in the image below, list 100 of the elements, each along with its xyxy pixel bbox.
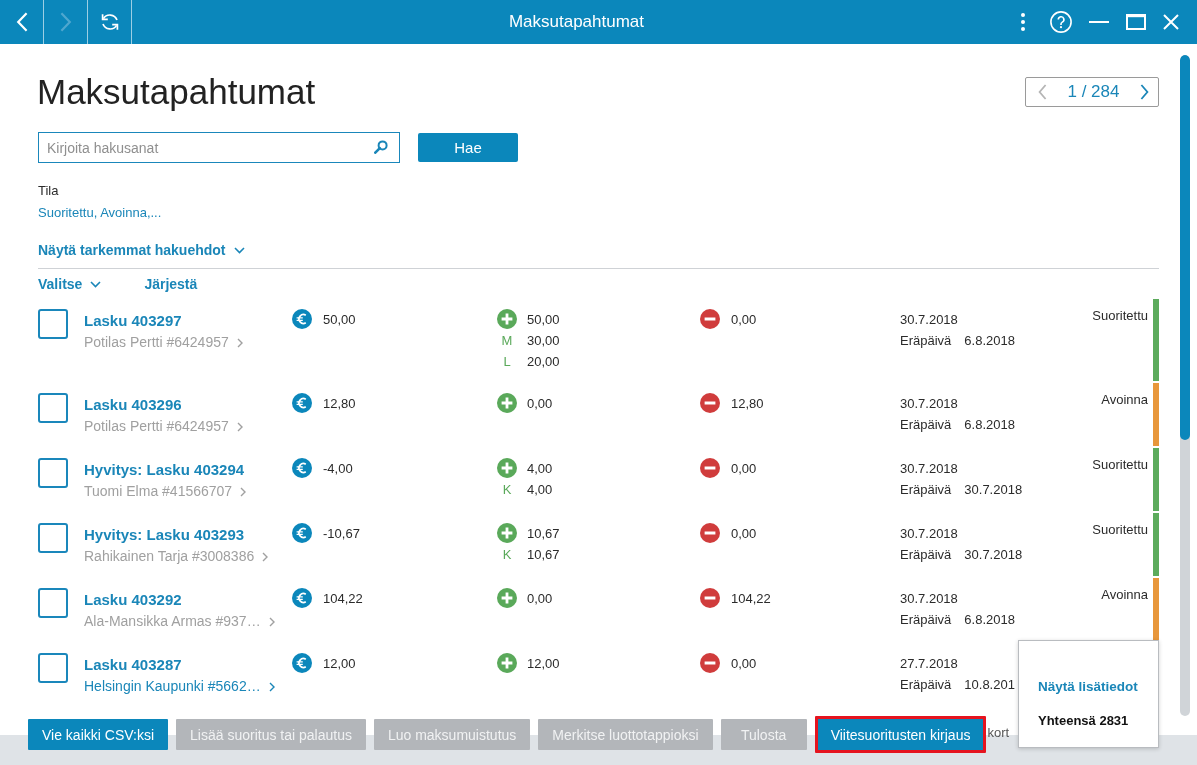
invoice-date: 30.7.2018	[900, 525, 958, 543]
invoice-link[interactable]: Lasku 403287	[84, 654, 182, 675]
chevron-right-icon	[236, 422, 243, 432]
checkbox[interactable]	[38, 653, 68, 683]
customer-link[interactable]: Potilas Pertti #6424957	[84, 331, 229, 353]
checkbox[interactable]	[38, 588, 68, 618]
plus-icon	[497, 393, 517, 413]
euro-icon	[292, 393, 312, 413]
chevron-right-icon[interactable]	[1140, 84, 1149, 100]
checkbox[interactable]	[38, 523, 68, 553]
due-date: 10.8.201	[964, 676, 1015, 694]
scrollbar[interactable]	[1180, 55, 1190, 716]
paid-amount: 0,00	[527, 395, 553, 413]
paid-amount: 20,00	[527, 353, 560, 371]
customer-link[interactable]: Ala-Mansikka Armas #937…	[84, 610, 261, 632]
chevron-right-icon	[236, 338, 243, 348]
invoice-link[interactable]: Lasku 403297	[84, 310, 182, 331]
status-text: Suoritettu	[1092, 522, 1148, 537]
remaining-amount: 0,00	[731, 525, 757, 543]
due-date: 6.8.2018	[964, 611, 1015, 629]
plus-icon	[497, 458, 517, 478]
minus-icon	[700, 653, 720, 673]
remaining-amount: 0,00	[731, 460, 757, 478]
invoice-link[interactable]: Lasku 403296	[84, 394, 182, 415]
customer-link[interactable]: Potilas Pertti #6424957	[84, 415, 229, 437]
chevron-right-icon	[268, 682, 275, 692]
select-menu[interactable]: Valitse	[38, 274, 102, 294]
paid-amount: 4,00	[527, 481, 553, 499]
search-button[interactable]: Hae	[418, 133, 518, 162]
payment-code: L	[503, 353, 511, 371]
payment-code: K	[502, 546, 512, 564]
paid-amount: 4,00	[527, 460, 553, 478]
paid-amount: 12,00	[527, 655, 560, 673]
due-date: 30.7.2018	[964, 546, 1023, 564]
remaining-amount: 12,80	[731, 395, 764, 413]
kebab-menu-icon[interactable]	[1021, 13, 1025, 31]
paid-amount: 10,67	[527, 525, 560, 543]
chevron-down-icon	[233, 246, 245, 254]
remaining-amount: 104,22	[731, 590, 771, 608]
amount-text: 50,00	[323, 311, 356, 329]
partial-text: kort	[987, 724, 1010, 742]
invoice-link[interactable]: Lasku 403292	[84, 589, 182, 610]
search-icon[interactable]	[374, 140, 388, 154]
filter-value-link[interactable]: Suoritettu, Avoinna,...	[38, 204, 162, 222]
due-date: 6.8.2018	[964, 332, 1015, 350]
minus-icon	[700, 309, 720, 329]
euro-icon	[292, 309, 312, 329]
customer-link[interactable]: Helsingin Kaupunki #5662…	[84, 675, 261, 697]
more-filters-link[interactable]: Näytä tarkemmat hakuehdot	[38, 240, 245, 260]
due-label: Eräpäivä	[900, 546, 952, 564]
payment-code: K	[502, 481, 512, 499]
minus-icon	[700, 393, 720, 413]
customer-link[interactable]: Tuomi Elma #41566707	[84, 480, 233, 502]
status-text: Suoritettu	[1092, 457, 1148, 472]
close-icon[interactable]	[1163, 14, 1179, 30]
maximize-icon[interactable]	[1126, 14, 1146, 30]
euro-icon	[292, 588, 312, 608]
plus-icon	[497, 309, 517, 329]
invoice-date: 30.7.2018	[900, 460, 958, 478]
due-label: Eräpäivä	[900, 611, 952, 629]
amount-text: 12,80	[323, 395, 356, 413]
customer-link[interactable]: Rahikainen Tarja #3008386	[84, 545, 255, 567]
amount-text: -10,67	[323, 525, 360, 543]
due-label: Eräpäivä	[900, 416, 952, 434]
checkbox[interactable]	[38, 458, 68, 488]
checkbox[interactable]	[38, 309, 68, 339]
euro-icon	[292, 523, 312, 543]
chevron-down-icon	[90, 280, 102, 288]
status-text: Avoinna	[1101, 392, 1148, 407]
checkbox[interactable]	[38, 393, 68, 423]
euro-icon	[292, 458, 312, 478]
page-indicator: 1 / 284	[1067, 82, 1120, 102]
search-field[interactable]: Kirjoita hakusanat	[38, 132, 400, 163]
due-date: 6.8.2018	[964, 416, 1015, 434]
invoice-link[interactable]: Hyvitys: Lasku 403294	[84, 459, 245, 480]
action-button[interactable]: Viitesuoritusten kirjaus	[814, 716, 987, 753]
status-text: Suoritettu	[1092, 308, 1148, 323]
invoice-link[interactable]: Hyvitys: Lasku 403293	[84, 524, 245, 545]
chevron-right-icon	[268, 617, 275, 627]
chevron-right-icon	[240, 487, 247, 497]
total-text: Yhteensä 2831	[1038, 712, 1129, 730]
amount-text: 104,22	[323, 590, 363, 608]
sort-menu[interactable]: Järjestä	[144, 274, 198, 294]
details-link[interactable]: Näytä lisätiedot	[1038, 677, 1138, 697]
euro-icon	[292, 653, 312, 673]
paid-amount: 30,00	[527, 332, 560, 350]
paid-amount: 0,00	[527, 590, 553, 608]
paid-amount: 10,67	[527, 546, 560, 564]
amount-text: 12,00	[323, 655, 356, 673]
due-date: 30.7.2018	[964, 481, 1023, 499]
remaining-amount: 0,00	[731, 655, 757, 673]
minus-icon	[700, 588, 720, 608]
scrollbar-thumb[interactable]	[1180, 55, 1190, 440]
help-icon[interactable]	[1050, 11, 1072, 33]
invoice-date: 30.7.2018	[900, 311, 958, 329]
chevron-right-icon	[262, 552, 269, 562]
minus-icon	[700, 458, 720, 478]
action-button[interactable]: Vie kaikki CSV:ksi	[28, 719, 169, 750]
paid-amount: 50,00	[527, 311, 560, 329]
plus-icon	[497, 653, 517, 673]
